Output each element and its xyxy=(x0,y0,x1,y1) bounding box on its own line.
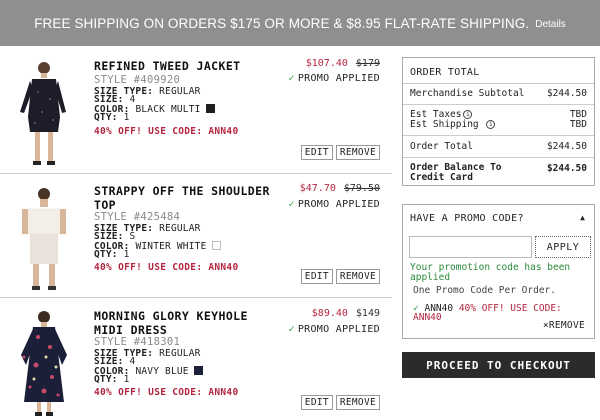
merchandise-subtotal-value: $244.50 xyxy=(546,88,587,99)
sale-price: $107.40 xyxy=(305,58,348,69)
product-name[interactable]: STRAPPY OFF THE SHOULDER TOP xyxy=(94,184,284,212)
product-style: STYLE #425484 xyxy=(94,211,181,223)
sale-price: $89.40 xyxy=(311,308,348,319)
price: $107.40 $179 xyxy=(306,58,380,69)
promo-success-message: Your promotion code has been applied xyxy=(410,262,571,283)
divider xyxy=(403,104,594,105)
check-icon: ✓ xyxy=(288,199,295,210)
order-total-value: $244.50 xyxy=(546,141,587,152)
order-balance-value: $244.50 xyxy=(546,163,587,174)
promo-message: 40% OFF! USE CODE: ANN40 xyxy=(94,262,239,273)
remove-button[interactable]: REMOVE xyxy=(335,395,380,410)
order-total-label: Order Total xyxy=(410,141,473,152)
divider xyxy=(0,297,392,298)
check-icon: ✓ xyxy=(288,73,295,84)
edit-button[interactable]: EDIT xyxy=(300,145,333,160)
product-details: SIZE TYPE: REGULAR SIZE: 4 COLOR: BLACK … xyxy=(94,87,215,122)
cart-item: REFINED TWEED JACKET STYLE #409920 SIZE … xyxy=(0,57,392,174)
item-actions: EDIT REMOVE xyxy=(300,395,380,410)
sale-price: $47.70 xyxy=(299,183,336,194)
order-total-title: ORDER TOTAL xyxy=(410,67,480,78)
edit-button[interactable]: EDIT xyxy=(300,269,333,284)
promo-code-panel: HAVE A PROMO CODE? ▲ APPLY Your promotio… xyxy=(402,204,595,339)
edit-button[interactable]: EDIT xyxy=(300,395,333,410)
cart-item: STRAPPY OFF THE SHOULDER TOP STYLE #4254… xyxy=(0,182,392,296)
remove-button[interactable]: REMOVE xyxy=(335,269,380,284)
remove-button[interactable]: REMOVE xyxy=(335,145,380,160)
shipping-banner: FREE SHIPPING ON ORDERS $175 OR MORE & $… xyxy=(0,0,600,46)
promo-message: 40% OFF! USE CODE: ANN40 xyxy=(94,126,239,137)
cart-item: MORNING GLORY KEYHOLE MIDI DRESS STYLE #… xyxy=(0,307,392,419)
product-image[interactable] xyxy=(6,307,82,419)
remove-promo-button[interactable]: ×REMOVE xyxy=(543,320,585,331)
color-swatch xyxy=(193,366,203,375)
product-style: STYLE #418301 xyxy=(94,336,181,348)
promo-applied: ✓ PROMO APPLIED xyxy=(288,73,380,84)
price: $47.70 $79.50 xyxy=(300,183,380,194)
promo-code-title[interactable]: HAVE A PROMO CODE? xyxy=(410,213,524,224)
divider xyxy=(403,135,594,136)
product-name[interactable]: MORNING GLORY KEYHOLE MIDI DRESS xyxy=(94,309,274,337)
order-balance-row: Order Balance To Credit Card $244.50 xyxy=(410,163,587,183)
order-total-panel: ORDER TOTAL Merchandise Subtotal $244.50… xyxy=(402,57,595,186)
info-icon[interactable]: i xyxy=(463,110,473,119)
banner-text: FREE SHIPPING ON ORDERS $175 OR MORE & $… xyxy=(34,15,530,31)
merchandise-subtotal-row: Merchandise Subtotal $244.50 xyxy=(410,88,587,99)
divider xyxy=(403,83,594,84)
apply-button[interactable]: APPLY xyxy=(535,236,591,258)
chevron-up-icon[interactable]: ▲ xyxy=(580,213,585,222)
product-details: SIZE TYPE: REGULAR SIZE: S COLOR: WINTER… xyxy=(94,224,221,259)
promo-applied: ✓ PROMO APPLIED xyxy=(288,324,380,335)
original-price: $79.50 xyxy=(343,183,380,194)
product-style: STYLE #409920 xyxy=(94,74,181,86)
check-icon: ✓ xyxy=(288,324,295,335)
est-shipping-value: TBD xyxy=(569,119,587,130)
color-swatch xyxy=(211,241,221,250)
order-balance-label-2: Credit Card xyxy=(410,172,473,183)
promo-limit-note: One Promo Code Per Order. xyxy=(413,285,556,296)
price: $89.40 $149 xyxy=(312,308,380,319)
promo-code-input[interactable] xyxy=(409,236,532,258)
product-name[interactable]: REFINED TWEED JACKET xyxy=(94,59,284,73)
product-image[interactable] xyxy=(6,182,82,294)
original-price: $149 xyxy=(355,308,380,319)
item-actions: EDIT REMOVE xyxy=(300,269,380,284)
applied-promo-code: ✓ ANN40 40% OFF! USE CODE: ANN40 xyxy=(413,304,563,323)
divider xyxy=(403,157,594,158)
product-details: SIZE TYPE: REGULAR SIZE: 4 COLOR: NAVY B… xyxy=(94,349,203,384)
color-swatch xyxy=(205,104,215,113)
info-icon[interactable]: i xyxy=(486,120,496,129)
est-shipping-row: Est Shipping i TBD xyxy=(410,119,587,130)
order-total-row: Order Total $244.50 xyxy=(410,141,587,152)
promo-applied: ✓ PROMO APPLIED xyxy=(288,199,380,210)
product-image[interactable] xyxy=(6,57,82,169)
divider xyxy=(0,173,392,174)
original-price: $179 xyxy=(355,58,380,69)
item-actions: EDIT REMOVE xyxy=(300,145,380,160)
promo-message: 40% OFF! USE CODE: ANN40 xyxy=(94,387,239,398)
proceed-to-checkout-button[interactable]: PROCEED TO CHECKOUT xyxy=(402,352,595,378)
est-shipping-label: Est Shipping xyxy=(410,119,479,130)
banner-details-link[interactable]: Details xyxy=(535,19,566,30)
merchandise-subtotal-label: Merchandise Subtotal xyxy=(410,88,525,99)
